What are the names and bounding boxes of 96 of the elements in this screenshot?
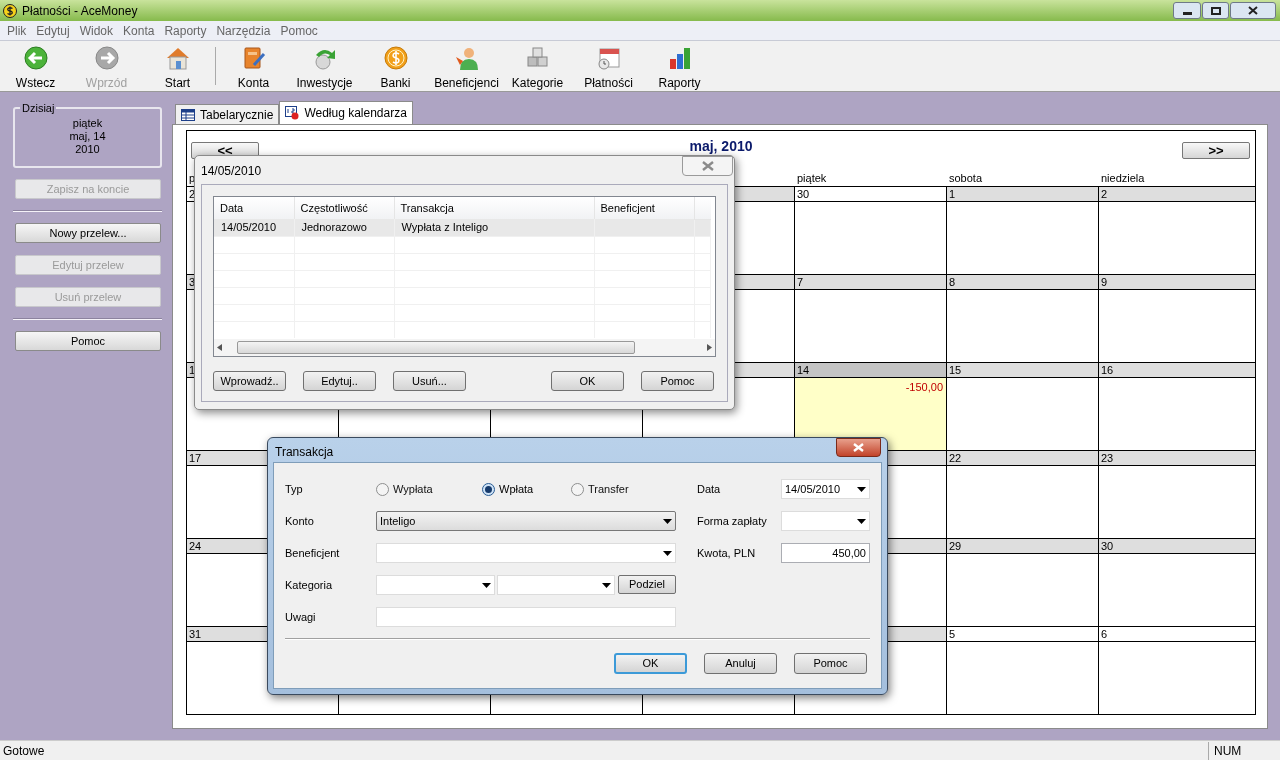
date-text: piątek: [71, 116, 104, 130]
sidebar-button[interactable]: Nowy przelew...: [15, 223, 161, 243]
toolbar-button[interactable]: Konta: [218, 41, 289, 91]
menu-item[interactable]: Widok: [74, 21, 119, 40]
dropdown-arrow-icon: [857, 518, 866, 524]
day-header[interactable]: 14: [795, 362, 946, 378]
dropdown-arrow-icon: [663, 518, 672, 524]
day-cell[interactable]: -150,00: [795, 378, 946, 450]
dialog-button[interactable]: Pomoc: [641, 371, 714, 391]
field-label: Konto: [285, 514, 315, 529]
field-label: Uwagi: [285, 610, 317, 625]
close-button[interactable]: [836, 438, 881, 457]
dialog-button[interactable]: OK: [551, 371, 624, 391]
dialog-button[interactable]: Wprowadź..: [213, 371, 286, 391]
day-header[interactable]: 8: [947, 274, 1098, 290]
day-header[interactable]: 16: [1099, 362, 1255, 378]
dropdown-arrow-icon: [663, 550, 672, 556]
close-icon[interactable]: [1248, 6, 1258, 15]
menu-item[interactable]: Narzędzia: [211, 21, 276, 40]
day-header[interactable]: 6: [1099, 626, 1255, 642]
day-header[interactable]: 22: [947, 450, 1098, 466]
tab[interactable]: Według kalendarza: [279, 101, 413, 124]
day-header[interactable]: 23: [1099, 450, 1255, 466]
menu-item[interactable]: Konta: [118, 21, 160, 40]
radio-button[interactable]: Wypłata: [376, 479, 482, 499]
dropdown-arrow-icon: [857, 486, 866, 492]
weekday-label: niedziela: [1101, 172, 1145, 184]
table-row[interactable]: 14/05/2010 Jednorazowo Wypłata z Inteligo: [214, 219, 711, 236]
day-header[interactable]: 15: [947, 362, 1098, 378]
scroll-right-icon[interactable]: [707, 344, 712, 351]
toolbar-button[interactable]: Banki: [360, 41, 431, 91]
date-text: 2010: [74, 142, 101, 156]
dialog-button[interactable]: OK: [614, 653, 687, 674]
toolbar-button[interactable]: Start: [142, 41, 213, 91]
field-label: Kwota, PLN: [697, 546, 757, 561]
menu-item[interactable]: Pomoc: [275, 21, 323, 40]
field-label: Typ: [285, 482, 304, 497]
dialog-button[interactable]: Edytuj..: [303, 371, 376, 391]
field-label: Kategoria: [285, 578, 334, 593]
day-header[interactable]: 7: [795, 274, 946, 290]
dropdown-arrow-icon: [482, 582, 491, 588]
group-label: Dzisiaj: [21, 101, 56, 116]
scroll-left-icon[interactable]: [217, 344, 222, 351]
day-header[interactable]: 2: [1099, 186, 1255, 202]
dropdown[interactable]: Inteligo: [376, 511, 676, 531]
radio-button[interactable]: Transfer: [571, 479, 671, 499]
toolbar-button[interactable]: Kategorie: [502, 41, 573, 91]
tab[interactable]: Tabelarycznie: [175, 104, 280, 124]
weekday-label: sobota: [949, 172, 983, 184]
toolbar-button[interactable]: Inwestycje: [289, 41, 360, 91]
dialog-button[interactable]: Pomoc: [794, 653, 867, 674]
table-cell: Jednorazowo: [301, 221, 367, 233]
date-text: maj, 14: [68, 129, 107, 143]
amount-text: -150,00: [905, 380, 943, 395]
menu-item[interactable]: Plik: [2, 21, 32, 40]
day-header[interactable]: 5: [947, 626, 1098, 642]
table-cell: Wypłata z Inteligo: [401, 221, 489, 233]
status-indicator: NUM: [1208, 741, 1280, 760]
weekday-label: piątek: [797, 172, 827, 184]
horizontal-scrollbar[interactable]: [214, 339, 715, 356]
dialog-button[interactable]: Usuń...: [393, 371, 466, 391]
toolbar-button[interactable]: Raporty: [644, 41, 715, 91]
input-field[interactable]: [376, 607, 676, 627]
input-field[interactable]: 450,00: [781, 543, 870, 563]
dropdown-arrow-icon: [602, 582, 611, 588]
restore-button[interactable]: [1202, 2, 1229, 19]
toolbar-button[interactable]: Płatności: [573, 41, 644, 91]
table-icon[interactable]: [181, 108, 195, 121]
split-button[interactable]: Podziel: [618, 575, 676, 594]
minimize-button[interactable]: [1173, 2, 1201, 19]
dialog-button[interactable]: Anuluj: [704, 653, 777, 674]
toolbar-button[interactable]: Beneficjenci: [431, 41, 502, 91]
calendar-icon[interactable]: [285, 106, 300, 120]
table-cell: 14/05/2010: [221, 221, 277, 233]
menu-item[interactable]: Raporty: [159, 21, 212, 40]
day-header[interactable]: 29: [947, 538, 1098, 554]
close-button[interactable]: [1230, 2, 1276, 19]
day-header[interactable]: 30: [795, 186, 946, 202]
coin-icon[interactable]: [381, 45, 410, 71]
field-label: Forma zapłaty: [697, 514, 768, 529]
day-header[interactable]: 9: [1099, 274, 1255, 290]
dialog-title: 14/05/2010: [201, 164, 262, 178]
sidebar-button[interactable]: Pomoc: [15, 331, 161, 351]
app-logo-icon: [3, 3, 17, 18]
window-title: Płatności - AceMoney: [22, 2, 138, 20]
day-header[interactable]: 30: [1099, 538, 1255, 554]
combo-box[interactable]: 14/05/2010: [781, 479, 870, 499]
status-text: Gotowe: [2, 742, 46, 760]
back-icon[interactable]: [21, 45, 50, 71]
toolbar-button[interactable]: Wstecz: [0, 41, 71, 91]
menu-item[interactable]: Edytuj: [31, 21, 75, 40]
month-title: maj, 2010: [689, 138, 753, 154]
next-month-button[interactable]: >>: [1182, 142, 1250, 159]
day-header[interactable]: 1: [947, 186, 1098, 202]
field-label: Data: [697, 482, 722, 497]
radio-button[interactable]: Wpłata: [482, 479, 571, 499]
